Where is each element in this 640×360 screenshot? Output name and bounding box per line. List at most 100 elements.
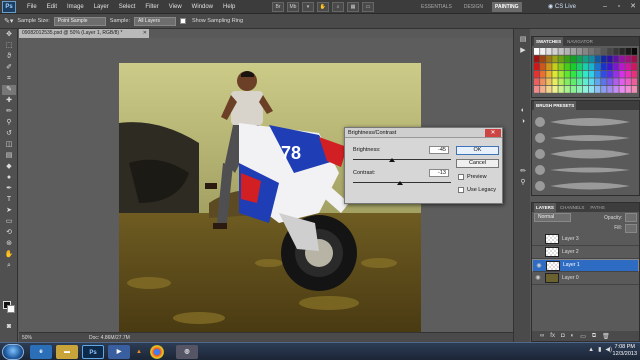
workspace-design[interactable]: DESIGN	[461, 2, 486, 12]
actions-panel-icon[interactable]: ▶	[516, 46, 530, 56]
swatch-cell[interactable]	[601, 70, 607, 78]
swatch-cell[interactable]	[588, 86, 595, 93]
hand-tool-icon[interactable]: ✋	[317, 2, 329, 12]
swatch-cell[interactable]	[582, 70, 589, 78]
swatch-cell[interactable]	[607, 86, 613, 93]
zoom-tool-icon[interactable]: ⌕	[332, 2, 344, 12]
new-layer-icon[interactable]: ⧉	[592, 333, 596, 340]
brush-preset-list[interactable]	[532, 110, 639, 195]
swatch-cell[interactable]	[570, 55, 576, 63]
swatch-cell[interactable]	[552, 63, 558, 70]
swatch-cell[interactable]	[595, 86, 601, 93]
brightness-slider-track[interactable]	[353, 159, 451, 160]
layer-name[interactable]: Layer 0	[562, 275, 579, 281]
swatch-cell[interactable]	[613, 48, 619, 55]
shape-tool-icon[interactable]: ▭	[2, 217, 16, 227]
color-panel-icon[interactable]: ◐	[516, 106, 530, 116]
swatch-cell[interactable]	[607, 48, 613, 55]
brush-panel-icon[interactable]: ✏	[516, 167, 530, 177]
tray-show-hidden-icon[interactable]: ▲	[588, 347, 594, 353]
preview-checkbox[interactable]	[458, 174, 464, 180]
quick-mask-icon[interactable]: ◙	[2, 322, 16, 332]
menu-file[interactable]: File	[22, 0, 42, 14]
swatch-cell[interactable]	[546, 63, 552, 70]
swatch-cell[interactable]	[534, 78, 540, 86]
swatch-cell[interactable]	[601, 78, 607, 86]
swatch-cell[interactable]	[631, 55, 637, 63]
swatch-cell[interactable]	[631, 86, 637, 93]
swatch-cell[interactable]	[546, 78, 552, 86]
add-mask-icon[interactable]: ◘	[561, 333, 565, 339]
menu-window[interactable]: Window	[187, 0, 218, 14]
swatch-cell[interactable]	[619, 70, 625, 78]
swatch-cell[interactable]	[595, 70, 601, 78]
swatch-cell[interactable]	[613, 78, 619, 86]
swatch-cell[interactable]	[564, 86, 570, 93]
delete-layer-icon[interactable]: 🗑	[602, 333, 610, 340]
swatch-cell[interactable]	[625, 78, 631, 86]
menu-layer[interactable]: Layer	[89, 0, 114, 14]
sample-select[interactable]: All Layers	[133, 16, 176, 26]
3d-orbit-tool-icon[interactable]: ⊛	[2, 239, 16, 249]
tab-navigator[interactable]: NAVIGATOR	[565, 37, 595, 46]
menu-select[interactable]: Select	[114, 0, 141, 14]
swatch-cell[interactable]	[613, 63, 619, 70]
swatch-cell[interactable]	[576, 70, 583, 78]
menu-filter[interactable]: Filter	[140, 0, 163, 14]
layer-row[interactable]: Layer 3	[532, 233, 639, 246]
swatch-cell[interactable]	[552, 55, 558, 63]
swatch-cell[interactable]	[534, 70, 540, 78]
swatch-cell[interactable]	[607, 55, 613, 63]
layer-visibility-icon[interactable]	[534, 235, 542, 243]
layer-row[interactable]: Layer 2	[532, 246, 639, 259]
close-icon[interactable]: ✕	[626, 0, 640, 14]
swatch-cell[interactable]	[570, 86, 576, 93]
swatch-cell[interactable]	[564, 78, 570, 86]
bridge-icon[interactable]: Br	[272, 2, 284, 12]
layer-name[interactable]: Layer 3	[562, 236, 579, 242]
tab-layers[interactable]: LAYERS	[534, 203, 556, 212]
swatch-cell[interactable]	[582, 78, 589, 86]
eraser-tool-icon[interactable]: ◫	[2, 140, 16, 150]
swatch-cell[interactable]	[540, 63, 546, 70]
swatch-cell[interactable]	[546, 86, 552, 93]
swatch-cell[interactable]	[625, 55, 631, 63]
taskbar-ie-icon[interactable]: e	[30, 345, 52, 359]
swatch-cell[interactable]	[619, 86, 625, 93]
swatch-cell[interactable]	[631, 63, 637, 70]
system-clock[interactable]: 7:08 PM 12/3/2013	[613, 344, 637, 358]
show-sampling-ring-checkbox[interactable]	[179, 18, 186, 24]
swatch-grid[interactable]	[532, 46, 639, 96]
swatch-cell[interactable]	[601, 86, 607, 93]
swatch-cell[interactable]	[613, 70, 619, 78]
fill-field[interactable]	[625, 223, 637, 233]
swatch-cell[interactable]	[595, 55, 601, 63]
healing-brush-tool-icon[interactable]: ✚	[2, 96, 16, 106]
swatch-cell[interactable]	[534, 63, 540, 70]
menu-image[interactable]: Image	[62, 0, 89, 14]
taskbar-vlc-icon[interactable]: ▲	[128, 345, 150, 359]
dodge-tool-icon[interactable]: ●	[2, 173, 16, 183]
tab-channels[interactable]: CHANNELS	[558, 203, 587, 212]
mini-bridge-icon[interactable]: Mb	[287, 2, 299, 12]
minimize-icon[interactable]: –	[598, 0, 612, 14]
swatch-cell[interactable]	[576, 78, 583, 86]
swatch-cell[interactable]	[582, 63, 589, 70]
blend-mode-select[interactable]: Normal	[534, 213, 572, 222]
swatch-cell[interactable]	[546, 48, 552, 55]
swatch-cell[interactable]	[540, 70, 546, 78]
swatch-cell[interactable]	[570, 70, 576, 78]
document-tab[interactable]: 09082012535.psd @ 50% (Layer 1, RGB/8) *…	[19, 29, 149, 38]
swatch-cell[interactable]	[595, 63, 601, 70]
swatch-cell[interactable]	[582, 55, 589, 63]
adjustments-panel-icon[interactable]: ◑	[516, 117, 530, 127]
swatch-cell[interactable]	[601, 63, 607, 70]
layer-name[interactable]: Layer 1	[563, 262, 580, 269]
swatch-cell[interactable]	[607, 78, 613, 86]
swatch-cell[interactable]	[540, 78, 546, 86]
eyedropper-preset-icon[interactable]: ✎▾	[4, 17, 13, 25]
swatch-cell[interactable]	[607, 70, 613, 78]
swatch-cell[interactable]	[588, 55, 595, 63]
swatch-cell[interactable]	[601, 48, 607, 55]
swatch-cell[interactable]	[613, 86, 619, 93]
